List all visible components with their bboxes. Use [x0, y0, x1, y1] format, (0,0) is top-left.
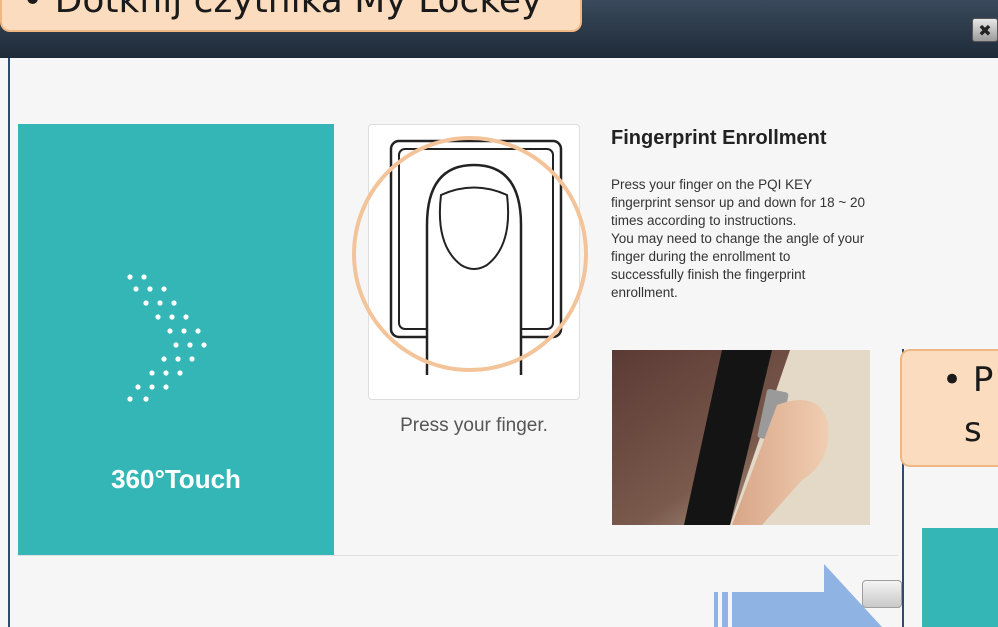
dialog-content: 360°Touch Press your finger. Fingerprint…	[0, 58, 998, 627]
top-callout-banner: • Dotknij czytnika My Lockey	[0, 0, 582, 32]
instruction-line: You may need to change the angle of your	[611, 231, 865, 246]
instruction-line: finger during the enrollment to	[611, 249, 791, 264]
right-callout-banner: • P s	[900, 349, 998, 467]
footer-divider	[18, 555, 898, 556]
top-callout-text: • Dotknij czytnika My Lockey	[22, 0, 543, 21]
left-border	[8, 58, 10, 627]
sensor-photo-image	[612, 350, 870, 525]
enrollment-window: ✖ 360°Touch Press your finger. Fingerpri…	[0, 0, 998, 627]
right-callout-line: s	[964, 410, 982, 450]
right-arrow-icon	[714, 564, 882, 627]
instruction-line: times according to instructions.	[611, 213, 797, 228]
press-finger-caption: Press your finger.	[400, 415, 548, 436]
right-callout-text: • P s	[942, 355, 993, 455]
brand-panel: 360°Touch	[18, 124, 334, 556]
dotted-chevron-icon	[127, 274, 207, 402]
sensor-photo	[612, 350, 870, 525]
enrollment-title: Fingerprint Enrollment	[611, 127, 827, 149]
instruction-line: enrollment.	[611, 285, 678, 300]
right-callout-line: • P	[942, 360, 994, 400]
instruction-line: successfully finish the fingerprint	[611, 267, 806, 282]
enrollment-instructions: Press your finger on the PQI KEY fingerp…	[611, 176, 976, 302]
next-slide-teal-panel	[922, 528, 998, 627]
instruction-line: Press your finger on the PQI KEY	[611, 177, 813, 192]
instruction-line: fingerprint sensor up and down for 18 ~ …	[611, 195, 866, 210]
brand-label: 360°Touch	[111, 464, 241, 494]
close-button[interactable]: ✖	[972, 18, 998, 42]
close-icon: ✖	[978, 20, 992, 40]
highlight-ring	[352, 136, 588, 372]
